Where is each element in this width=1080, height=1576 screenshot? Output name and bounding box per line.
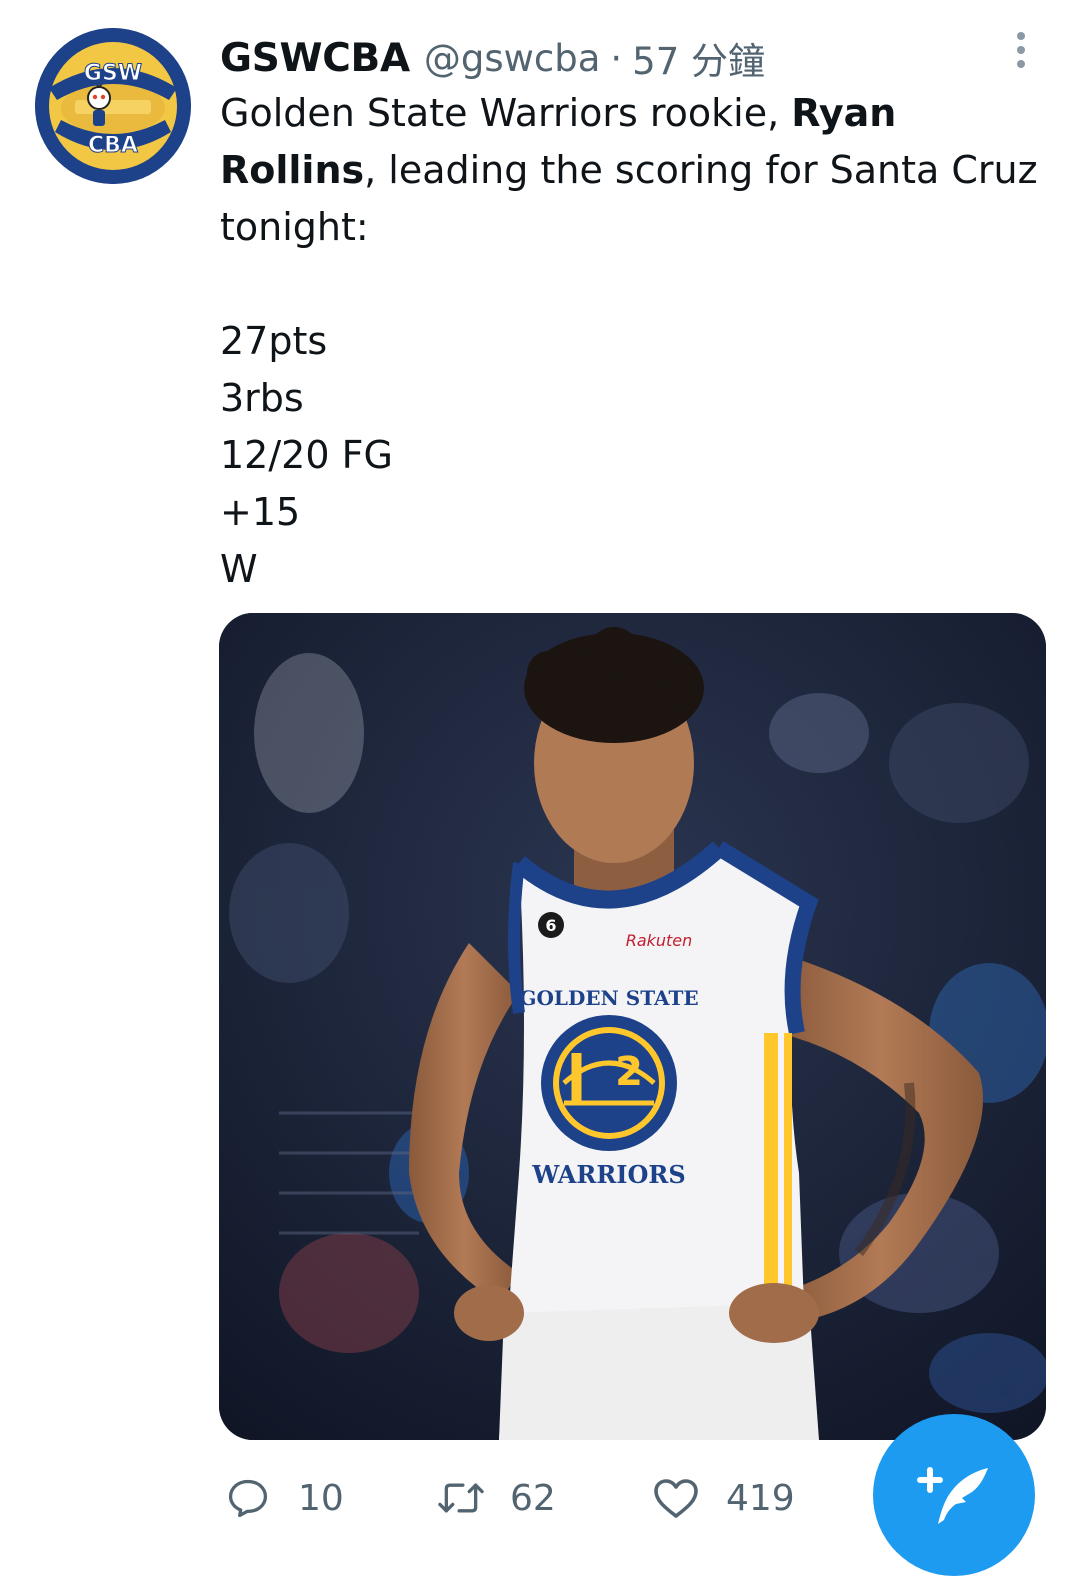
- player-photo-illustration: 2 GOLDEN STATE WARRIORS Rakuten 6: [219, 613, 1046, 1440]
- avatar-top-text: GSW: [84, 61, 142, 86]
- user-handle[interactable]: @gswcba: [424, 37, 601, 80]
- stat-line: 3rbs: [220, 376, 304, 420]
- jersey-bottom-text: WARRIORS: [531, 1160, 685, 1189]
- tweet-text-part2: , leading the scoring for Santa Cruz: [364, 148, 1038, 192]
- stat-line: +15: [220, 490, 301, 534]
- gswcba-logo: GSW CBA: [35, 28, 191, 184]
- jersey-number: 2: [615, 1049, 643, 1095]
- retweet-icon: [438, 1483, 484, 1513]
- like-count: 419: [726, 1477, 795, 1519]
- player-last-name: Rollins: [220, 148, 365, 192]
- compose-tweet-button[interactable]: [873, 1414, 1035, 1576]
- retweet-count: 62: [510, 1477, 556, 1519]
- tweet-text: Golden State Warriors rookie, Ryan Rollin…: [220, 85, 1040, 256]
- retweet-button[interactable]: 62: [436, 1470, 556, 1526]
- more-options-icon[interactable]: [1006, 28, 1036, 72]
- tweet-text-part1: Golden State Warriors rookie,: [220, 91, 792, 135]
- reply-icon: [228, 1479, 268, 1518]
- compose-tweet-icon: [917, 1467, 988, 1524]
- avatar[interactable]: GSW CBA: [35, 28, 191, 184]
- jersey-sponsor: Rakuten: [626, 931, 693, 950]
- stat-line: 27pts: [220, 319, 328, 363]
- header-separator: ·: [610, 36, 623, 80]
- player-first-name: Ryan: [791, 91, 897, 135]
- tweet-header: GSWCBA @gswcba · 57 分鐘: [220, 30, 765, 86]
- jersey-top-text: GOLDEN STATE: [519, 986, 698, 1010]
- jersey-patch-number: 6: [545, 916, 556, 935]
- heart-icon: [654, 1479, 698, 1518]
- reply-button[interactable]: 10: [226, 1470, 344, 1526]
- stat-line: 12/20 FG: [220, 433, 393, 477]
- stat-line: W: [220, 547, 258, 591]
- avatar-bottom-text: CBA: [88, 133, 138, 158]
- stat-lines: 27pts 3rbs 12/20 FG +15 W: [220, 313, 393, 598]
- tweet-text-part3: tonight:: [220, 205, 369, 249]
- tweet-photo[interactable]: 2 GOLDEN STATE WARRIORS Rakuten 6: [219, 613, 1046, 1440]
- like-button[interactable]: 419: [652, 1470, 795, 1526]
- reply-count: 10: [298, 1477, 344, 1519]
- tweet-timestamp[interactable]: 57 分鐘: [632, 31, 765, 85]
- display-name[interactable]: GSWCBA: [220, 36, 410, 81]
